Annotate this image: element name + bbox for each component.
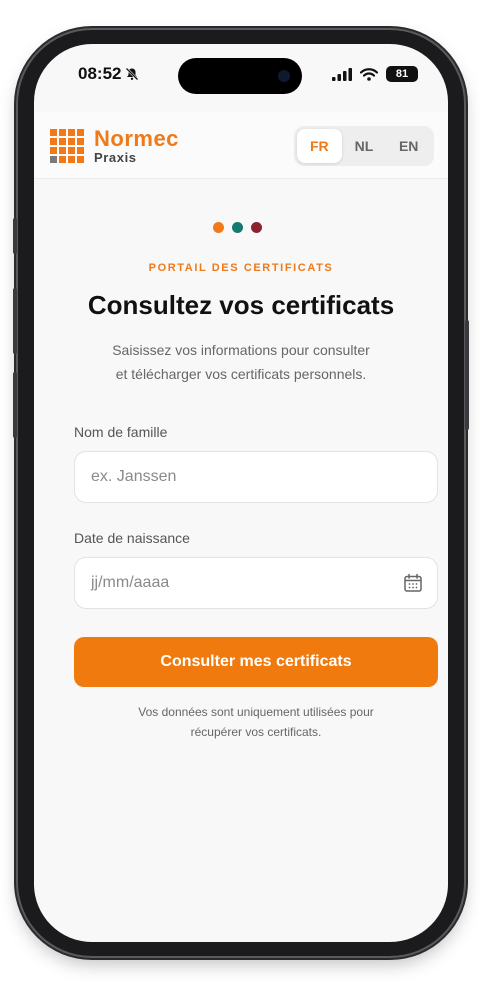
page-subtitle: Saisissez vos informations pour consulte…: [74, 338, 408, 386]
calendar-icon[interactable]: [403, 573, 423, 593]
signal-icon: [332, 67, 352, 81]
status-time: 08:52: [78, 64, 139, 84]
bell-slash-icon: [126, 67, 139, 81]
action-button: [13, 218, 17, 254]
lang-button-en[interactable]: EN: [386, 129, 431, 163]
note-line-2: récupérer vos certificats.: [190, 725, 322, 739]
power-button: [465, 320, 469, 430]
birth-date-label: Date de naissance: [74, 530, 190, 546]
app-header: Normec Praxis FR NL EN: [34, 112, 448, 179]
battery-indicator: 81: [386, 66, 418, 82]
clock: 08:52: [78, 64, 122, 83]
last-name-label: Nom de famille: [74, 424, 168, 440]
last-name-placeholder: ex. Janssen: [91, 468, 177, 485]
dot-green: [232, 222, 243, 233]
portal-eyebrow: PORTAIL DES CERTIFICATS: [148, 262, 334, 274]
status-icons: 81: [332, 66, 418, 82]
lang-button-fr[interactable]: FR: [297, 129, 342, 163]
wifi-icon: [360, 67, 378, 81]
volume-down-button: [13, 372, 17, 438]
submit-button[interactable]: Consulter mes certificats: [74, 637, 438, 687]
dot-red: [251, 222, 262, 233]
brand-name: Normec: [94, 126, 179, 151]
normec-logo[interactable]: Normec Praxis: [50, 128, 179, 166]
volume-up-button: [13, 288, 17, 354]
brand-dots: [213, 222, 262, 233]
privacy-note: Vos données sont uniquement utilisées po…: [94, 702, 418, 742]
lang-button-nl[interactable]: NL: [342, 129, 387, 163]
birth-date-placeholder: jj/mm/aaaa: [91, 574, 170, 591]
dynamic-island: [178, 58, 302, 94]
language-switcher: FR NL EN: [294, 126, 434, 166]
phone-frame: 08:52 81 Normec Praxis FR NL EN PORTAIL …: [13, 30, 469, 956]
subtitle-line-2: et télécharger vos certificats personnel…: [115, 366, 367, 382]
brand-sub: Praxis: [94, 150, 137, 165]
logo-text: Normec Praxis: [94, 128, 179, 166]
logo-grid-icon: [50, 129, 84, 163]
camera-icon: [278, 70, 290, 82]
dot-orange: [213, 222, 224, 233]
birth-date-input[interactable]: jj/mm/aaaa: [74, 557, 438, 609]
page-title: Consultez vos certificats: [87, 290, 395, 320]
note-line-1: Vos données sont uniquement utilisées po…: [138, 705, 374, 719]
subtitle-line-1: Saisissez vos informations pour consulte…: [112, 342, 370, 358]
last-name-input[interactable]: ex. Janssen: [74, 451, 438, 503]
screen: 08:52 81 Normec Praxis FR NL EN PORTAIL …: [34, 44, 448, 942]
